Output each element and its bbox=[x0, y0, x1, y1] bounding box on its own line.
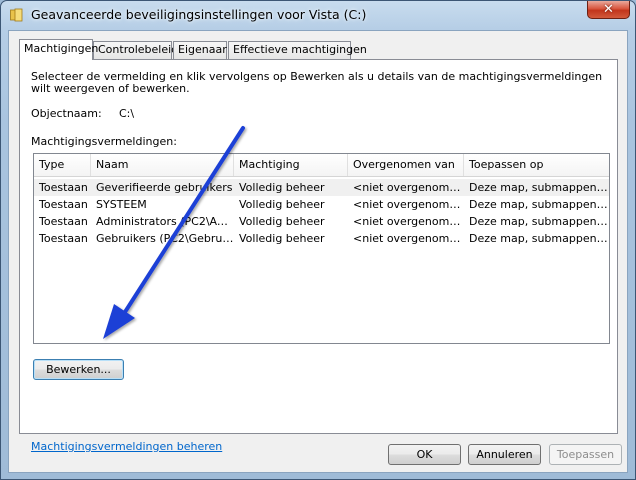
object-name-label: Objectnaam: bbox=[31, 107, 102, 120]
row-name: Geverifieerde gebruikers bbox=[96, 181, 233, 194]
row-type: Toestaan bbox=[39, 198, 88, 211]
folder-icon bbox=[10, 8, 23, 22]
close-icon: ✕ bbox=[603, 2, 614, 17]
tab-eigenaar[interactable]: Eigenaar bbox=[173, 41, 227, 59]
instruction-text: Selecteer de vermelding en klik vervolge… bbox=[31, 70, 603, 95]
row-inherited-from: <niet overgenomen> bbox=[353, 198, 464, 211]
ok-button[interactable]: OK bbox=[388, 444, 461, 465]
tab-effectieve-machtigingen[interactable]: Effectieve machtigingen bbox=[228, 41, 367, 59]
row-inherited-from: <niet overgenomen> bbox=[353, 232, 464, 245]
manage-permissions-link[interactable]: Machtigingsvermeldingen beheren bbox=[31, 440, 222, 453]
tab-machtigingen[interactable]: Machtigingen bbox=[19, 39, 98, 60]
edit-button[interactable]: Bewerken... bbox=[33, 359, 124, 380]
apply-button[interactable]: Toepassen bbox=[549, 444, 622, 465]
table-row[interactable]: Toestaan Geverifieerde gebruikers Volled… bbox=[34, 179, 609, 196]
column-header-name[interactable]: Naam bbox=[91, 154, 234, 176]
row-inherited-from: <niet overgenomen> bbox=[353, 181, 464, 194]
row-name: Administrators (PC2\Admi... bbox=[96, 215, 234, 228]
title-bar: Geavanceerde beveiligingsinstellingen vo… bbox=[1, 1, 635, 29]
column-header-apply-to[interactable]: Toepassen op bbox=[464, 154, 609, 176]
row-type: Toestaan bbox=[39, 215, 88, 228]
table-row[interactable]: Toestaan Gebruikers (PC2\Gebruik... Voll… bbox=[34, 230, 609, 247]
row-apply-to: Deze map, submappen en... bbox=[469, 232, 609, 245]
table-row[interactable]: Toestaan SYSTEEM Volledig beheer <niet o… bbox=[34, 196, 609, 213]
row-permission: Volledig beheer bbox=[239, 198, 325, 211]
dialog-client-area: Machtigingen Controlebeleid Eigenaar Eff… bbox=[8, 30, 628, 473]
close-button[interactable]: ✕ bbox=[587, 1, 630, 19]
column-header-type[interactable]: Type bbox=[34, 154, 91, 176]
row-apply-to: Deze map, submappen en... bbox=[469, 181, 609, 194]
row-apply-to: Deze map, submappen en... bbox=[469, 198, 609, 211]
list-header: Type Naam Machtiging Overgenomen van Toe… bbox=[34, 154, 609, 177]
column-header-permission[interactable]: Machtiging bbox=[234, 154, 348, 176]
object-name-value: C:\ bbox=[119, 107, 135, 120]
row-name: SYSTEEM bbox=[96, 198, 147, 211]
security-settings-window: Geavanceerde beveiligingsinstellingen vo… bbox=[0, 0, 636, 480]
row-type: Toestaan bbox=[39, 232, 88, 245]
row-inherited-from: <niet overgenomen> bbox=[353, 215, 464, 228]
cancel-button[interactable]: Annuleren bbox=[468, 444, 541, 465]
row-permission: Volledig beheer bbox=[239, 181, 325, 194]
row-permission: Volledig beheer bbox=[239, 215, 325, 228]
row-permission: Volledig beheer bbox=[239, 232, 325, 245]
permission-entries-list[interactable]: Type Naam Machtiging Overgenomen van Toe… bbox=[33, 153, 610, 344]
table-row[interactable]: Toestaan Administrators (PC2\Admi... Vol… bbox=[34, 213, 609, 230]
row-name: Gebruikers (PC2\Gebruik... bbox=[96, 232, 234, 245]
row-type: Toestaan bbox=[39, 181, 88, 194]
row-apply-to: Deze map, submappen en... bbox=[469, 215, 609, 228]
permission-entries-label: Machtigingsvermeldingen: bbox=[31, 135, 177, 148]
window-title: Geavanceerde beveiligingsinstellingen vo… bbox=[31, 7, 367, 22]
column-header-inherited-from[interactable]: Overgenomen van bbox=[348, 154, 464, 176]
permissions-panel: Selecteer de vermelding en klik vervolge… bbox=[19, 59, 618, 453]
tab-controlebeleid[interactable]: Controlebeleid bbox=[93, 41, 178, 59]
